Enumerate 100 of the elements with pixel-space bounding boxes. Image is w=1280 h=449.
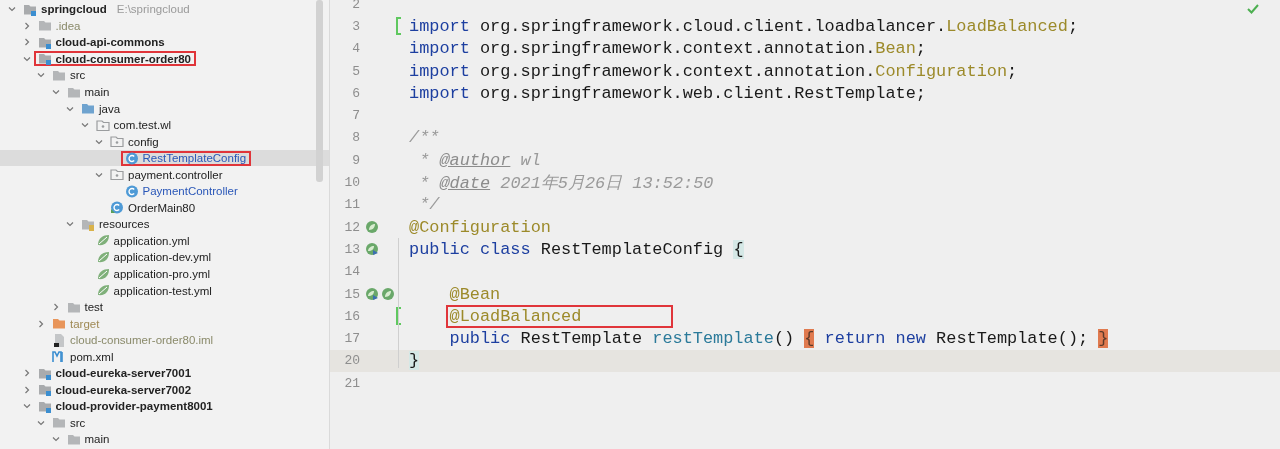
line-number: 13 [343, 241, 360, 257]
tree-row[interactable]: application-dev.yml [0, 249, 329, 266]
module-folder-icon [37, 51, 52, 67]
line-number: 14 [343, 264, 360, 280]
leaf-icon [95, 266, 110, 282]
tree-row[interactable]: cloud-consumer-order80 [0, 50, 329, 68]
tree-item-label: cloud-provider-payment8001 [55, 400, 213, 413]
tree-item-label: java [99, 102, 121, 115]
module-folder-icon [37, 382, 52, 398]
bean-icon[interactable] [365, 220, 379, 235]
change-marker[interactable] [396, 307, 401, 326]
tree-item-label: pom.xml [70, 350, 114, 363]
tree-item-label: test [84, 301, 104, 314]
line-number: 5 [351, 63, 360, 79]
maven-icon [52, 349, 66, 365]
tree-item-label: application-test.yml [113, 284, 212, 297]
tree-item-label: PaymentController [142, 185, 238, 198]
line-number: 4 [351, 41, 360, 57]
line-number: 7 [351, 108, 360, 124]
tree-row[interactable]: test [0, 298, 329, 316]
tree-item-label: payment.controller [128, 168, 223, 181]
code-line: import org.springframework.context.annotation.Bean; [409, 39, 926, 59]
tree-item-label: com.test.wl [113, 119, 171, 132]
tree-row[interactable]: cloud-eureka-server7002 [0, 381, 329, 399]
tree-row[interactable]: payment.controller [0, 166, 329, 183]
change-marker[interactable] [396, 17, 401, 36]
tree-row[interactable]: resources [0, 216, 329, 233]
bean-icon[interactable] [381, 287, 395, 301]
tree-row[interactable]: main [0, 83, 329, 101]
code-line: import org.springframework.context.annotation.Configuration; [409, 61, 1018, 81]
tree-item-label: cloud-eureka-server7002 [55, 383, 192, 396]
code-line: import org.springframework.web.client.RestTemplate; [409, 83, 926, 103]
runnable-class-icon [110, 200, 124, 216]
tree-row[interactable]: config [0, 133, 329, 150]
package-icon [95, 117, 110, 133]
tree-item-label: main [84, 433, 110, 446]
tree-row[interactable]: cloud-provider-payment8001 [0, 398, 329, 415]
tree-row[interactable]: pom.xml [0, 348, 329, 366]
tree-row[interactable]: application-pro.yml [0, 265, 329, 283]
code-line: @Bean [448, 284, 501, 304]
folder-icon [81, 101, 95, 117]
line-number: 8 [351, 130, 360, 146]
class-icon [124, 150, 139, 166]
line-number: 6 [351, 85, 360, 101]
bean-navigate-icon[interactable] [365, 242, 379, 257]
tree-item-label: springcloud [41, 3, 107, 16]
tree-row[interactable]: src [0, 67, 329, 84]
tree-row[interactable]: application.yml [0, 232, 329, 250]
folder-icon [52, 415, 66, 431]
tree-item-label: target [70, 317, 100, 330]
tree-item-label: resources [99, 218, 150, 231]
code-line: public class RestTemplateConfig { [409, 239, 744, 259]
tree-item-label: cloud-consumer-order80.iml [70, 334, 214, 347]
tree-item-label: cloud-eureka-server7001 [55, 367, 192, 380]
tree-row[interactable]: OrderMain80 [0, 199, 329, 217]
tree-item-label: main [84, 86, 110, 98]
tree-item-label: src [70, 416, 86, 429]
code-line: @LoadBalanced [409, 306, 672, 326]
file-icon [52, 332, 66, 348]
folder-icon [52, 316, 66, 332]
tree-item-label: src [70, 69, 86, 82]
project-path: E:\springcloud [116, 3, 190, 16]
package-icon [110, 134, 124, 150]
tree-item-label: cloud-api-commons [55, 36, 165, 49]
tree-row[interactable]: springcloud E:\springcloud [0, 1, 329, 18]
code-line: * @date 2021年5月26日 13:52:50 [418, 173, 714, 195]
tree-row[interactable]: src [0, 414, 329, 432]
bean-navigate-icon[interactable] [365, 287, 379, 301]
line-number: 20 [343, 353, 360, 369]
check-icon[interactable] [1246, 2, 1260, 16]
tree-row[interactable]: RestTemplateConfig [0, 149, 329, 167]
scrollbar[interactable] [316, 0, 323, 182]
tree-row[interactable]: main [0, 431, 329, 448]
line-number: 16 [343, 308, 360, 324]
tree-item-label: application-pro.yml [113, 268, 210, 280]
code-line: @Configuration [409, 217, 551, 237]
tree-row[interactable]: com.test.wl [0, 116, 329, 134]
line-number: 9 [351, 152, 360, 168]
line-number: 3 [351, 18, 360, 34]
tree-row[interactable]: PaymentController [0, 183, 329, 200]
tree-item-label: cloud-consumer-order80 [55, 52, 191, 65]
line-number: 21 [343, 375, 360, 391]
package-icon [110, 167, 124, 183]
tree-item-label: RestTemplateConfig [142, 152, 247, 165]
tree-item-label: application.yml [113, 234, 190, 247]
line-number: 17 [343, 331, 360, 347]
code-line: import org.springframework.cloud.client.loadbalancer.LoadBalanced; [409, 16, 1078, 36]
line-number: 12 [343, 219, 360, 235]
tree-item-label: .idea [55, 19, 81, 32]
code-line: /** [409, 128, 440, 148]
tree-row[interactable]: cloud-api-commons [0, 34, 329, 51]
tree-item-label: OrderMain80 [128, 201, 196, 214]
folder-icon [37, 18, 52, 34]
tree-row[interactable]: cloud-eureka-server7001 [0, 365, 329, 382]
class-icon [124, 183, 139, 199]
tree-row[interactable]: java [0, 100, 329, 117]
tree-item-label: application-dev.yml [113, 251, 212, 264]
tree-row[interactable]: application-test.yml [0, 282, 329, 299]
line-number: 11 [343, 197, 360, 213]
tree-item-label: config [128, 135, 159, 148]
